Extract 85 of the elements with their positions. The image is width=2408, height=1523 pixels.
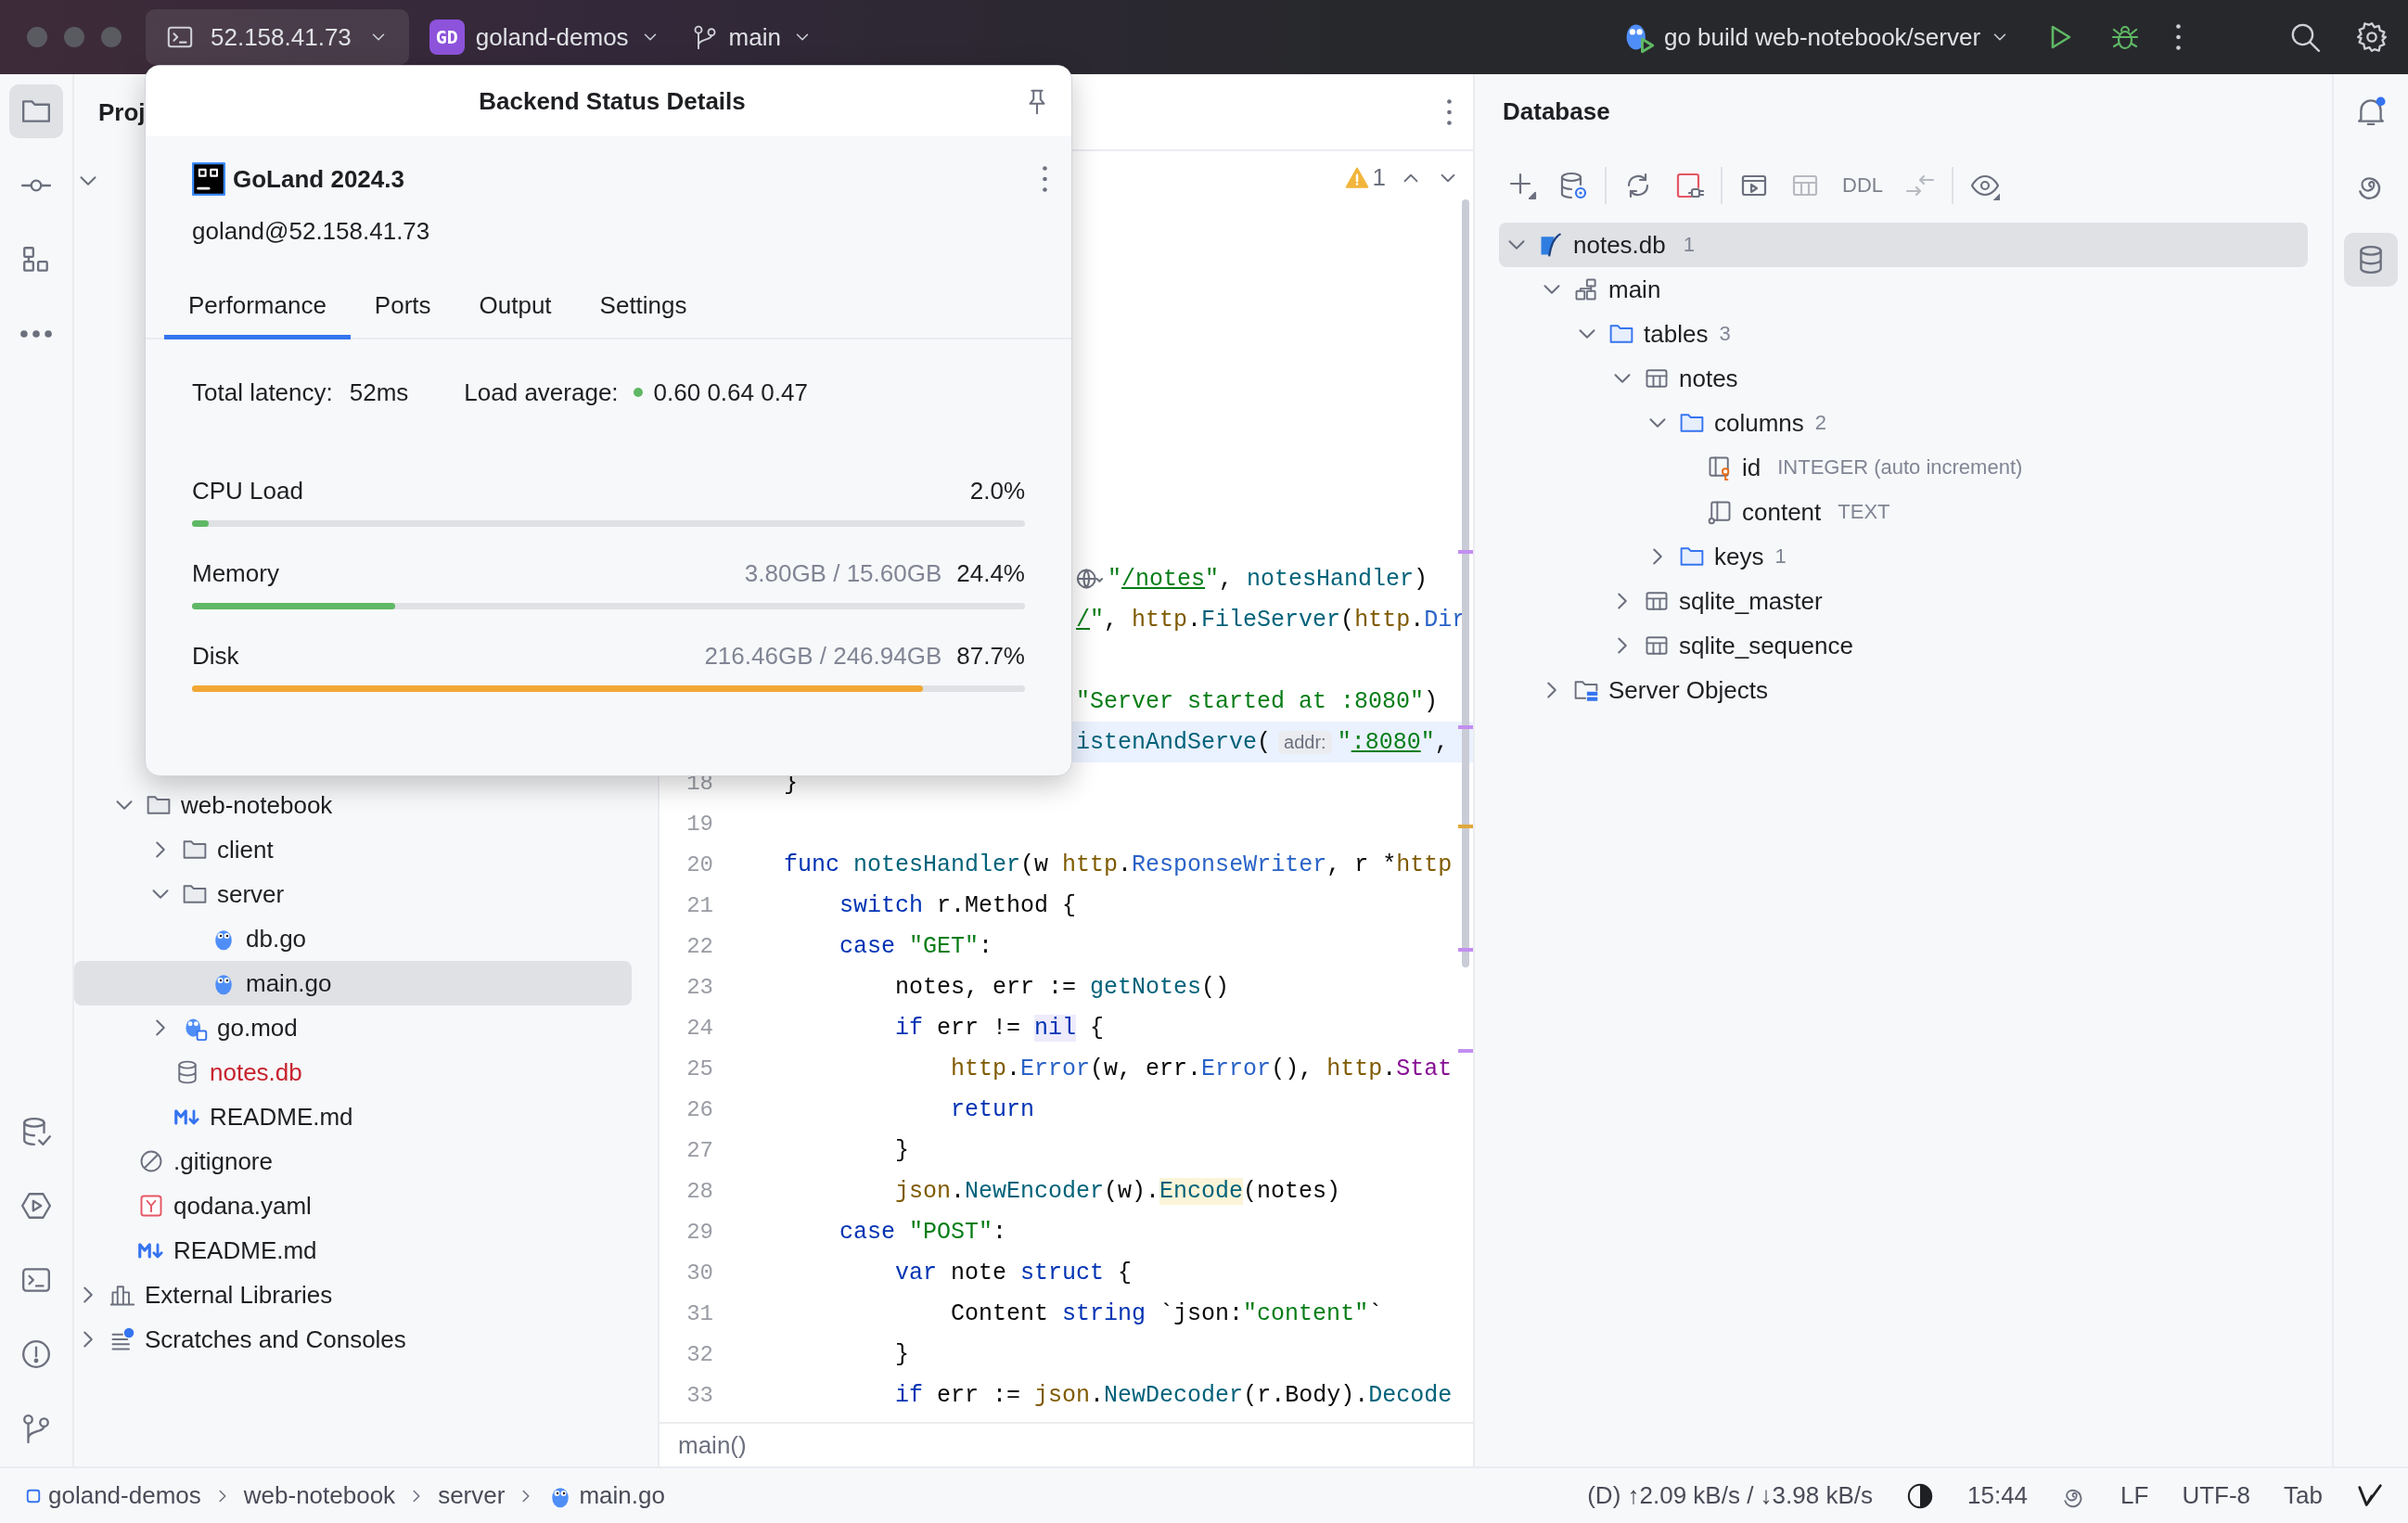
file-name: External Libraries [145, 1280, 333, 1310]
code-text: func notesHandler(w http.ResponseWriter, r *http [784, 851, 1453, 878]
meter-label: Memory [192, 558, 279, 588]
column-type: INTEGER (auto increment) [1777, 455, 2023, 480]
node-name: columns [1714, 408, 1804, 438]
node-name: Server Objects [1608, 675, 1768, 705]
panel-title: Database [1503, 96, 1610, 126]
meter-reading: 2.0% [969, 476, 1025, 506]
file-name: notes.db [210, 1057, 302, 1087]
line-number: 25 [685, 1056, 714, 1081]
file-name: README.md [210, 1102, 353, 1132]
load-label: Load average: [464, 378, 619, 407]
item-count: 1 [1774, 544, 1787, 569]
code-text: Content string `json:"content"` [950, 1299, 1383, 1327]
code-text: ":8080", [1337, 728, 1449, 756]
file-name: web-notebook [181, 790, 333, 820]
column-type: TEXT [1838, 500, 1890, 524]
line-number: 22 [685, 933, 714, 959]
code-text: case "GET": [839, 932, 993, 960]
code-text: } [894, 1340, 910, 1368]
meter-reading: 87.7% [956, 641, 1025, 671]
item-count: 3 [1719, 322, 1731, 346]
code-text: /", http.FileServer(http.Dir [1076, 606, 1467, 634]
item-count: 2 [1814, 411, 1827, 435]
line-number: 19 [685, 811, 714, 837]
node-name: notes.db [1573, 230, 1666, 260]
code-text: case "POST": [839, 1218, 1007, 1246]
file-name: server [217, 879, 285, 909]
node-name: sqlite_sequence [1679, 631, 1853, 660]
meter-label: Disk [192, 641, 239, 671]
node-name: content [1742, 497, 1822, 527]
warning-count: 1 [1372, 163, 1386, 192]
code-text: if err != nil { [894, 1014, 1105, 1042]
code-text: istenAndServe( [1076, 728, 1272, 756]
network-speed: (D) ↑2.09 kB/s / ↓3.98 kB/s [1587, 1481, 1873, 1510]
line-number: 29 [685, 1219, 714, 1245]
file-name: README.md [173, 1235, 317, 1265]
code-text: switch r.Method { [839, 891, 1077, 919]
code-text: "Server started at :8080") [1076, 687, 1439, 715]
node-name: tables [1644, 319, 1709, 349]
popup-title: Backend Status Details [478, 86, 747, 116]
product-name: GoLand 2024.3 [233, 164, 404, 194]
node-name: id [1742, 453, 1761, 482]
line-number: 27 [685, 1137, 714, 1163]
file-name: qodana.yaml [173, 1191, 312, 1221]
file-name: go.mod [217, 1013, 298, 1043]
file-name: .gitignore [173, 1146, 273, 1176]
host-label: goland@52.158.41.73 [192, 216, 430, 246]
node-name: main [1608, 275, 1661, 304]
latency-value: 52ms [349, 378, 409, 407]
code-text: } [894, 1136, 910, 1164]
meter-detail: 3.80GB / 15.60GB [744, 558, 942, 588]
code-text: http.Error(w, err.Error(), http.Stat [950, 1055, 1453, 1082]
file-name: Scratches and Consoles [145, 1325, 406, 1354]
line-number: 30 [685, 1260, 714, 1286]
line-number: 24 [685, 1015, 714, 1041]
file-name: main.go [246, 968, 332, 998]
meter-label: CPU Load [192, 476, 303, 506]
code-text: "/notes", notesHandler) [1108, 565, 1428, 593]
meter-reading: 24.4% [956, 558, 1025, 588]
node-name: notes [1679, 364, 1738, 393]
parameter-hint: addr: [1278, 730, 1332, 754]
panel-title: Proj [98, 98, 146, 127]
code-text: return [950, 1095, 1035, 1123]
line-number: 23 [685, 974, 714, 1000]
load-value: 0.60 0.64 0.47 [653, 378, 808, 407]
file-name: client [217, 835, 274, 864]
file-name: db.go [246, 924, 307, 953]
node-name: sqlite_master [1679, 586, 1823, 616]
code-text: notes, err := getNotes() [894, 973, 1230, 1001]
line-number: 33 [685, 1382, 714, 1408]
line-number: 32 [685, 1341, 714, 1367]
meter-detail: 216.46GB / 246.94GB [704, 641, 942, 671]
line-number: 21 [685, 892, 714, 918]
latency-label: Total latency: [192, 378, 333, 407]
code-text: var note struct { [894, 1259, 1133, 1286]
code-text: if err := json.NewDecoder(r.Body).Decode [894, 1381, 1453, 1409]
line-number: 20 [685, 851, 714, 877]
line-number: 28 [685, 1178, 714, 1204]
code-text: json.NewEncoder(w).Encode(notes) [894, 1177, 1341, 1205]
project-badge: GD [429, 19, 465, 55]
line-number: 26 [685, 1096, 714, 1122]
time-label: 15:44 [1967, 1481, 2029, 1510]
line-number: 31 [685, 1300, 714, 1326]
node-name: keys [1714, 542, 1764, 571]
